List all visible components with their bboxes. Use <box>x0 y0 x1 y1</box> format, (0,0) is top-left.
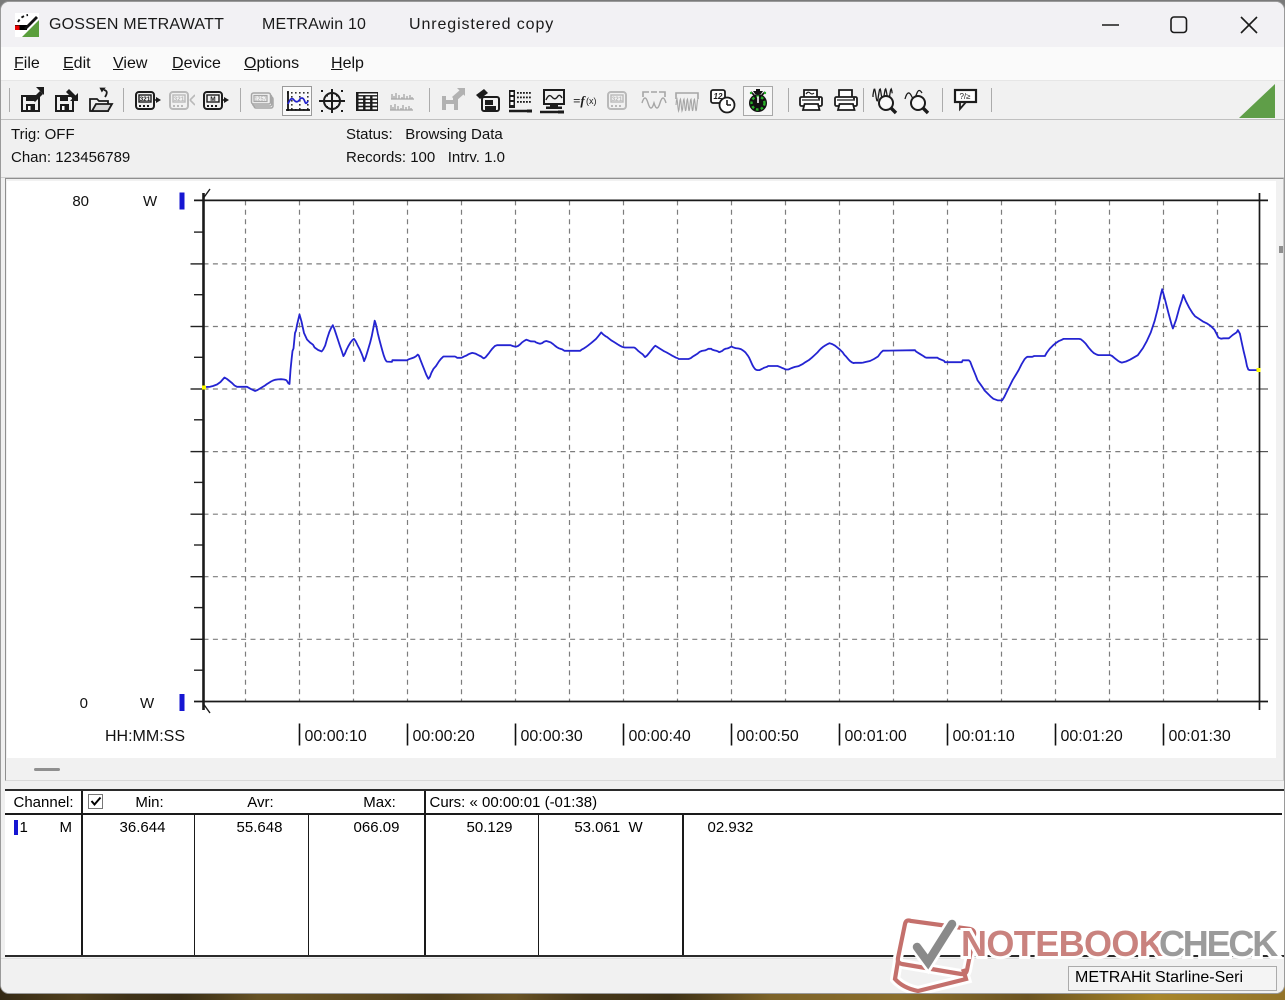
svg-text:W: W <box>143 193 158 210</box>
svg-text:HH:MM:SS: HH:MM:SS <box>105 728 185 745</box>
svg-text:00:01:20: 00:01:20 <box>1061 728 1123 745</box>
svg-text:00:00:10: 00:00:10 <box>305 728 367 745</box>
svg-text:00:00:50: 00:00:50 <box>737 728 799 745</box>
svg-text:00:01:10: 00:01:10 <box>953 728 1015 745</box>
svg-text:00:00:40: 00:00:40 <box>629 728 691 745</box>
svg-text:W: W <box>140 695 155 712</box>
svg-text:00:00:20: 00:00:20 <box>413 728 475 745</box>
svg-text:NOTEBOOK: NOTEBOOK <box>961 923 1165 964</box>
svg-text:00:00:30: 00:00:30 <box>521 728 583 745</box>
svg-text:00:01:30: 00:01:30 <box>1169 728 1231 745</box>
svg-text:80: 80 <box>72 193 89 210</box>
svg-text:CHECK: CHECK <box>1159 923 1278 964</box>
svg-text:0: 0 <box>80 695 88 712</box>
svg-text:00:01:00: 00:01:00 <box>845 728 907 745</box>
